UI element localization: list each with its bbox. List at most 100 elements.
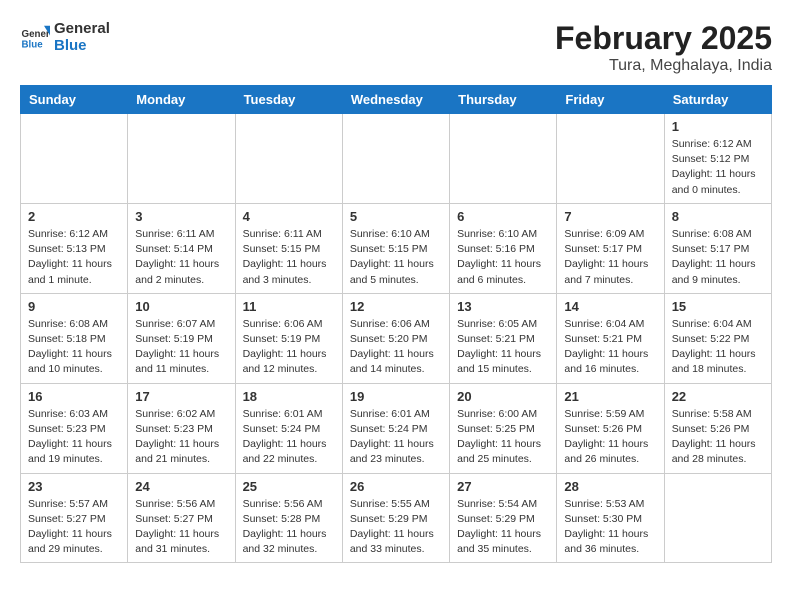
calendar-cell: 22 Sunrise: 5:58 AM Sunset: 5:26 PM Dayli…	[664, 383, 771, 473]
calendar-cell: 8 Sunrise: 6:08 AM Sunset: 5:17 PM Daylig…	[664, 203, 771, 293]
day-number: 28	[564, 479, 656, 494]
day-number: 19	[350, 389, 442, 404]
day-info: Sunrise: 6:09 AM Sunset: 5:17 PM Dayligh…	[564, 227, 656, 288]
calendar-cell: 6 Sunrise: 6:10 AM Sunset: 5:16 PM Daylig…	[450, 203, 557, 293]
day-number: 13	[457, 299, 549, 314]
weekday-header: Saturday	[664, 86, 771, 114]
calendar-cell: 13Sunrise: 6:05 AM Sunset: 5:21 PM Dayli…	[450, 293, 557, 383]
calendar-cell: 25 Sunrise: 5:56 AM Sunset: 5:28 PM Dayli…	[235, 473, 342, 563]
calendar-cell	[128, 114, 235, 204]
calendar-cell: 26 Sunrise: 5:55 AM Sunset: 5:29 PM Dayli…	[342, 473, 449, 563]
day-info: Sunrise: 6:00 AM Sunset: 5:25 PM Dayligh…	[457, 407, 549, 468]
calendar-cell: 11Sunrise: 6:06 AM Sunset: 5:19 PM Dayli…	[235, 293, 342, 383]
calendar-week-row: 1 Sunrise: 6:12 AM Sunset: 5:12 PM Daylig…	[21, 114, 772, 204]
calendar-cell: 28 Sunrise: 5:53 AM Sunset: 5:30 PM Dayli…	[557, 473, 664, 563]
day-number: 12	[350, 299, 442, 314]
day-info: Sunrise: 6:01 AM Sunset: 5:24 PM Dayligh…	[350, 407, 442, 468]
calendar-header-row: SundayMondayTuesdayWednesdayThursdayFrid…	[21, 86, 772, 114]
day-info: Sunrise: 6:12 AM Sunset: 5:13 PM Dayligh…	[28, 227, 120, 288]
day-info: Sunrise: 6:08 AM Sunset: 5:18 PM Dayligh…	[28, 317, 120, 378]
day-number: 25	[243, 479, 335, 494]
day-number: 26	[350, 479, 442, 494]
logo-line2: Blue	[54, 37, 110, 54]
page-header: General Blue General Blue February 2025 …	[20, 20, 772, 75]
weekday-header: Tuesday	[235, 86, 342, 114]
day-info: Sunrise: 6:03 AM Sunset: 5:23 PM Dayligh…	[28, 407, 120, 468]
calendar-cell: 15 Sunrise: 6:04 AM Sunset: 5:22 PM Dayli…	[664, 293, 771, 383]
day-number: 15	[672, 299, 764, 314]
calendar-cell: 21Sunrise: 5:59 AM Sunset: 5:26 PM Dayli…	[557, 383, 664, 473]
weekday-header: Monday	[128, 86, 235, 114]
calendar-cell: 16 Sunrise: 6:03 AM Sunset: 5:23 PM Dayli…	[21, 383, 128, 473]
calendar-cell: 3 Sunrise: 6:11 AM Sunset: 5:14 PM Daylig…	[128, 203, 235, 293]
svg-text:Blue: Blue	[22, 40, 44, 51]
calendar-cell: 18Sunrise: 6:01 AM Sunset: 5:24 PM Dayli…	[235, 383, 342, 473]
day-info: Sunrise: 5:53 AM Sunset: 5:30 PM Dayligh…	[564, 497, 656, 558]
calendar-cell: 14 Sunrise: 6:04 AM Sunset: 5:21 PM Dayli…	[557, 293, 664, 383]
day-number: 2	[28, 209, 120, 224]
day-info: Sunrise: 6:04 AM Sunset: 5:22 PM Dayligh…	[672, 317, 764, 378]
day-number: 22	[672, 389, 764, 404]
day-info: Sunrise: 6:02 AM Sunset: 5:23 PM Dayligh…	[135, 407, 227, 468]
day-info: Sunrise: 6:10 AM Sunset: 5:15 PM Dayligh…	[350, 227, 442, 288]
calendar-week-row: 2 Sunrise: 6:12 AM Sunset: 5:13 PM Daylig…	[21, 203, 772, 293]
day-info: Sunrise: 6:07 AM Sunset: 5:19 PM Dayligh…	[135, 317, 227, 378]
day-number: 6	[457, 209, 549, 224]
calendar-cell: 27 Sunrise: 5:54 AM Sunset: 5:29 PM Dayli…	[450, 473, 557, 563]
calendar-cell: 20Sunrise: 6:00 AM Sunset: 5:25 PM Dayli…	[450, 383, 557, 473]
calendar-cell	[342, 114, 449, 204]
day-info: Sunrise: 5:54 AM Sunset: 5:29 PM Dayligh…	[457, 497, 549, 558]
day-number: 1	[672, 119, 764, 134]
day-number: 27	[457, 479, 549, 494]
day-number: 8	[672, 209, 764, 224]
calendar-table: SundayMondayTuesdayWednesdayThursdayFrid…	[20, 85, 772, 563]
day-number: 23	[28, 479, 120, 494]
weekday-header: Wednesday	[342, 86, 449, 114]
day-info: Sunrise: 5:58 AM Sunset: 5:26 PM Dayligh…	[672, 407, 764, 468]
calendar-cell: 12Sunrise: 6:06 AM Sunset: 5:20 PM Dayli…	[342, 293, 449, 383]
day-info: Sunrise: 6:04 AM Sunset: 5:21 PM Dayligh…	[564, 317, 656, 378]
logo-icon: General Blue	[20, 22, 50, 52]
logo-line1: General	[54, 20, 110, 37]
day-info: Sunrise: 6:11 AM Sunset: 5:15 PM Dayligh…	[243, 227, 335, 288]
svg-text:General: General	[22, 29, 51, 40]
day-number: 17	[135, 389, 227, 404]
day-info: Sunrise: 5:56 AM Sunset: 5:28 PM Dayligh…	[243, 497, 335, 558]
calendar-cell	[450, 114, 557, 204]
calendar-cell	[557, 114, 664, 204]
day-info: Sunrise: 5:55 AM Sunset: 5:29 PM Dayligh…	[350, 497, 442, 558]
calendar-subtitle: Tura, Meghalaya, India	[555, 57, 772, 75]
calendar-cell: 4Sunrise: 6:11 AM Sunset: 5:15 PM Daylig…	[235, 203, 342, 293]
calendar-cell	[235, 114, 342, 204]
day-info: Sunrise: 6:06 AM Sunset: 5:19 PM Dayligh…	[243, 317, 335, 378]
calendar-title: February 2025	[555, 20, 772, 57]
day-number: 3	[135, 209, 227, 224]
calendar-cell: 23Sunrise: 5:57 AM Sunset: 5:27 PM Dayli…	[21, 473, 128, 563]
calendar-cell: 19 Sunrise: 6:01 AM Sunset: 5:24 PM Dayli…	[342, 383, 449, 473]
title-block: February 2025 Tura, Meghalaya, India	[555, 20, 772, 75]
weekday-header: Friday	[557, 86, 664, 114]
day-info: Sunrise: 5:56 AM Sunset: 5:27 PM Dayligh…	[135, 497, 227, 558]
day-info: Sunrise: 6:01 AM Sunset: 5:24 PM Dayligh…	[243, 407, 335, 468]
calendar-cell: 7 Sunrise: 6:09 AM Sunset: 5:17 PM Daylig…	[557, 203, 664, 293]
day-number: 14	[564, 299, 656, 314]
day-number: 21	[564, 389, 656, 404]
day-info: Sunrise: 6:11 AM Sunset: 5:14 PM Dayligh…	[135, 227, 227, 288]
calendar-cell: 5Sunrise: 6:10 AM Sunset: 5:15 PM Daylig…	[342, 203, 449, 293]
weekday-header: Sunday	[21, 86, 128, 114]
calendar-cell: 1 Sunrise: 6:12 AM Sunset: 5:12 PM Daylig…	[664, 114, 771, 204]
day-number: 24	[135, 479, 227, 494]
day-number: 9	[28, 299, 120, 314]
day-info: Sunrise: 6:12 AM Sunset: 5:12 PM Dayligh…	[672, 137, 764, 198]
day-number: 7	[564, 209, 656, 224]
calendar-cell: 17 Sunrise: 6:02 AM Sunset: 5:23 PM Dayli…	[128, 383, 235, 473]
calendar-week-row: 9 Sunrise: 6:08 AM Sunset: 5:18 PM Daylig…	[21, 293, 772, 383]
weekday-header: Thursday	[450, 86, 557, 114]
calendar-cell	[664, 473, 771, 563]
day-info: Sunrise: 6:08 AM Sunset: 5:17 PM Dayligh…	[672, 227, 764, 288]
calendar-cell: 10Sunrise: 6:07 AM Sunset: 5:19 PM Dayli…	[128, 293, 235, 383]
day-info: Sunrise: 6:10 AM Sunset: 5:16 PM Dayligh…	[457, 227, 549, 288]
logo: General Blue General Blue	[20, 20, 110, 54]
day-number: 16	[28, 389, 120, 404]
calendar-week-row: 23Sunrise: 5:57 AM Sunset: 5:27 PM Dayli…	[21, 473, 772, 563]
